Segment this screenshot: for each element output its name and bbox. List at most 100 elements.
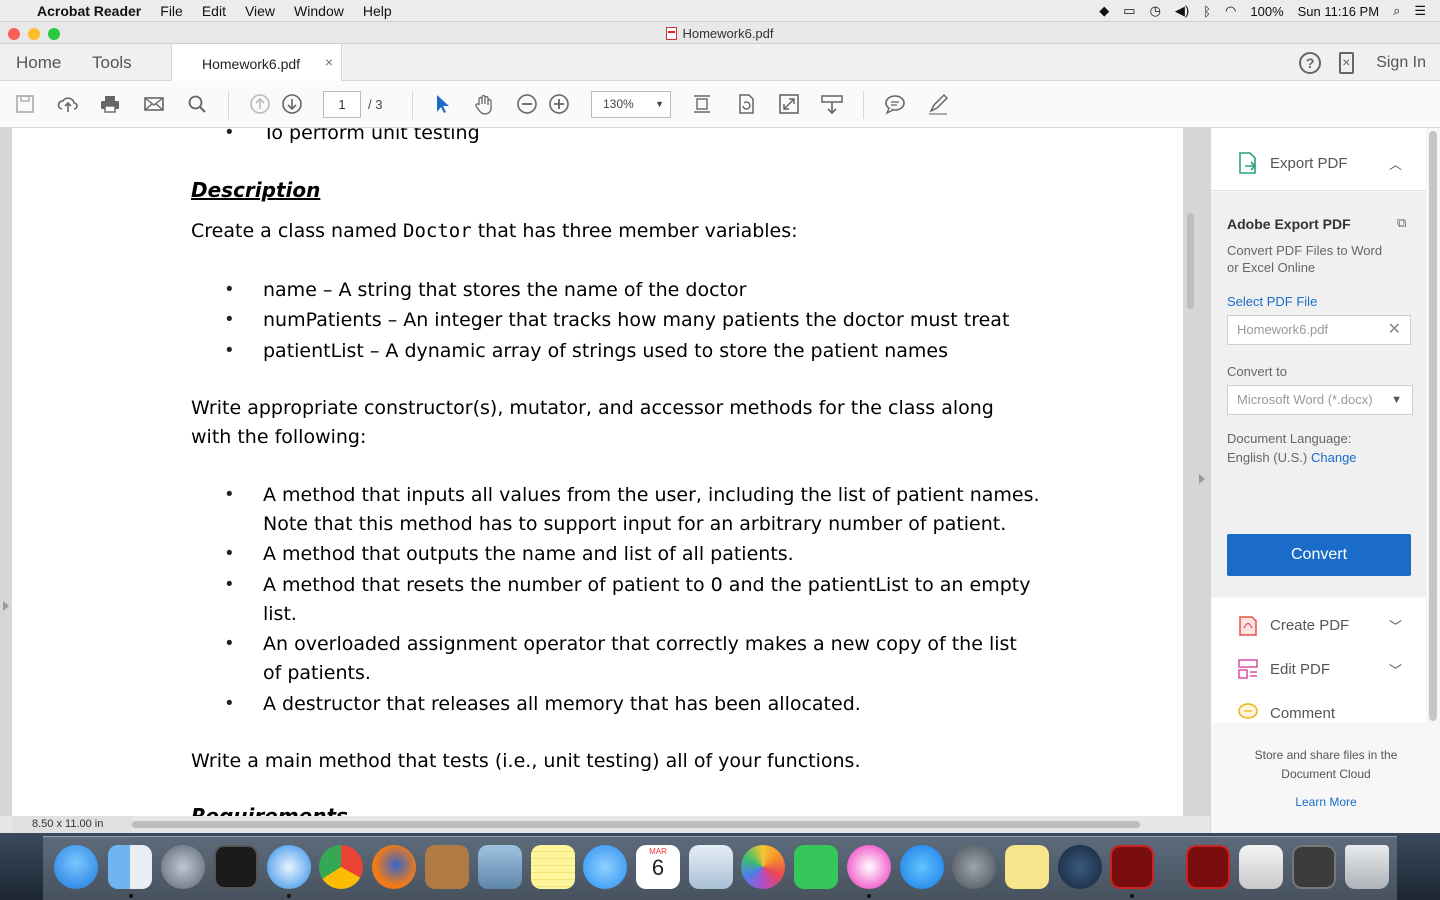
selected-file-field[interactable]: Homework6.pdf ✕ (1227, 315, 1411, 345)
print-icon[interactable] (99, 93, 121, 115)
app-store-icon[interactable] (900, 845, 944, 889)
horizontal-scrollbar[interactable] (132, 821, 1140, 828)
tool-comment[interactable]: Comment (1211, 686, 1426, 723)
language-label: Document Language: (1227, 431, 1352, 446)
hand-tool-icon[interactable] (473, 93, 495, 115)
wifi-icon[interactable]: ◠ (1225, 3, 1236, 19)
firefox-icon[interactable] (372, 845, 416, 889)
clear-icon[interactable]: ✕ (1388, 316, 1401, 344)
menu-file[interactable]: File (160, 3, 183, 19)
menu-edit[interactable]: Edit (202, 3, 226, 19)
language-value: English (U.S.) (1227, 450, 1308, 465)
fit-page-icon[interactable] (691, 93, 713, 115)
select-cursor-icon[interactable] (430, 93, 452, 115)
export-pdf-header[interactable]: Export PDF ︿ (1211, 128, 1426, 191)
airplay-icon[interactable]: ▭ (1123, 3, 1135, 19)
zoom-in-icon[interactable] (548, 93, 570, 115)
running-indicator (1130, 894, 1134, 898)
sign-in-button[interactable]: Sign In (1376, 54, 1426, 72)
close-tab-icon[interactable]: × (325, 54, 333, 70)
notes-icon[interactable] (531, 845, 575, 889)
email-icon[interactable] (143, 93, 165, 115)
change-language-link[interactable]: Change (1311, 449, 1357, 466)
calendar-icon[interactable]: MAR 6 (636, 845, 680, 889)
running-indicator (287, 894, 291, 898)
save-icon[interactable] (14, 93, 36, 115)
jar-launcher-icon[interactable] (1239, 845, 1283, 889)
safari-icon[interactable] (267, 845, 311, 889)
pane-scrollbar[interactable] (1429, 131, 1437, 721)
facetime-icon[interactable] (794, 845, 838, 889)
screenshot-icon[interactable] (1292, 845, 1336, 889)
create-pdf-icon (1239, 616, 1257, 636)
page-number-input[interactable]: 1 (323, 91, 361, 118)
clock[interactable]: Sun 11:16 PM (1298, 4, 1379, 19)
bluetooth-icon[interactable]: ᛒ (1203, 4, 1211, 19)
highlight-pen-icon[interactable] (927, 93, 949, 115)
tab-home[interactable]: Home (16, 53, 61, 73)
mobile-link-icon[interactable] (1339, 51, 1355, 74)
steam-icon[interactable] (1058, 845, 1102, 889)
next-page-icon[interactable] (281, 93, 303, 115)
list-item: name – A string that stores the name of … (263, 279, 747, 301)
learn-more-link[interactable]: Learn More (1211, 794, 1440, 811)
tool-edit-pdf[interactable]: Edit PDF ﹀ (1211, 642, 1426, 686)
search-icon[interactable] (186, 93, 208, 115)
copy-icon[interactable]: ⧉ (1397, 214, 1406, 231)
contacts-icon[interactable] (425, 845, 469, 889)
rotate-icon[interactable] (735, 93, 757, 115)
comment-icon[interactable] (884, 93, 906, 115)
tool-create-pdf[interactable]: Create PDF ﹀ (1211, 598, 1426, 642)
document-viewer[interactable]: • To perform unit testing Description Cr… (0, 128, 1210, 833)
battery-status[interactable]: 100% (1250, 4, 1283, 19)
chevron-up-icon[interactable]: ︿ (1389, 154, 1402, 173)
chevron-down-icon[interactable]: ﹀ (1389, 660, 1402, 679)
convert-button[interactable]: Convert (1227, 534, 1411, 576)
photo-booth-icon[interactable] (214, 845, 258, 889)
pdf-page[interactable]: • To perform unit testing Description Cr… (12, 128, 1183, 816)
acrobat-icon[interactable] (1110, 845, 1154, 889)
select-pdf-file-link[interactable]: Select PDF File (1227, 293, 1317, 310)
time-machine-icon[interactable]: ◷ (1150, 3, 1161, 19)
menu-help[interactable]: Help (363, 3, 392, 19)
collapse-pane-icon[interactable] (1199, 474, 1205, 484)
zoom-out-icon[interactable] (516, 93, 538, 115)
spotlight-icon[interactable]: ⌕ (1393, 3, 1400, 19)
scroll-mode-icon[interactable] (821, 93, 843, 115)
tab-tools[interactable]: Tools (92, 53, 132, 73)
notification-center-icon[interactable]: ☰ (1414, 3, 1426, 19)
finder-icon[interactable] (108, 845, 152, 889)
messages-icon[interactable] (583, 845, 627, 889)
system-preferences-icon[interactable] (952, 845, 996, 889)
chrome-icon[interactable] (319, 845, 363, 889)
help-icon[interactable]: ? (1299, 51, 1322, 74)
stickies-icon[interactable] (1005, 845, 1049, 889)
previous-page-icon[interactable] (249, 93, 271, 115)
itunes-icon[interactable] (847, 845, 891, 889)
left-panel-toggle-icon[interactable] (3, 601, 9, 611)
preview-icon[interactable] (478, 845, 522, 889)
app-menu[interactable]: Acrobat Reader (37, 3, 141, 19)
volume-icon[interactable]: ◀) (1175, 3, 1189, 19)
dropbox-icon[interactable]: ◆ (1099, 3, 1109, 19)
paragraph: Write appropriate constructor(s), mutato… (191, 397, 994, 419)
chevron-down-icon[interactable]: ﹀ (1389, 616, 1402, 635)
intro-text: that has three member variables: (471, 220, 798, 242)
convert-to-select[interactable]: Microsoft Word (*.docx) ▼ (1227, 385, 1413, 415)
zoom-select[interactable]: 130% ▼ (591, 91, 671, 118)
edit-pdf-icon (1238, 659, 1258, 679)
acrobat-icon[interactable] (1186, 845, 1230, 889)
vertical-scrollbar[interactable] (1187, 213, 1194, 309)
menu-window[interactable]: Window (294, 3, 344, 19)
tab-document[interactable]: Homework6.pdf × (171, 44, 342, 81)
photos-viewer-icon[interactable] (689, 845, 733, 889)
section-heading: Requirements (191, 804, 348, 816)
photos-icon[interactable] (741, 845, 785, 889)
full-screen-icon[interactable] (778, 93, 800, 115)
trash-icon[interactable] (1345, 845, 1389, 889)
upload-cloud-icon[interactable] (57, 93, 79, 115)
list-item: A method that outputs the name and list … (263, 543, 794, 565)
messages-notify-icon[interactable] (54, 845, 98, 889)
launchpad-icon[interactable] (161, 845, 205, 889)
menu-view[interactable]: View (245, 3, 275, 19)
